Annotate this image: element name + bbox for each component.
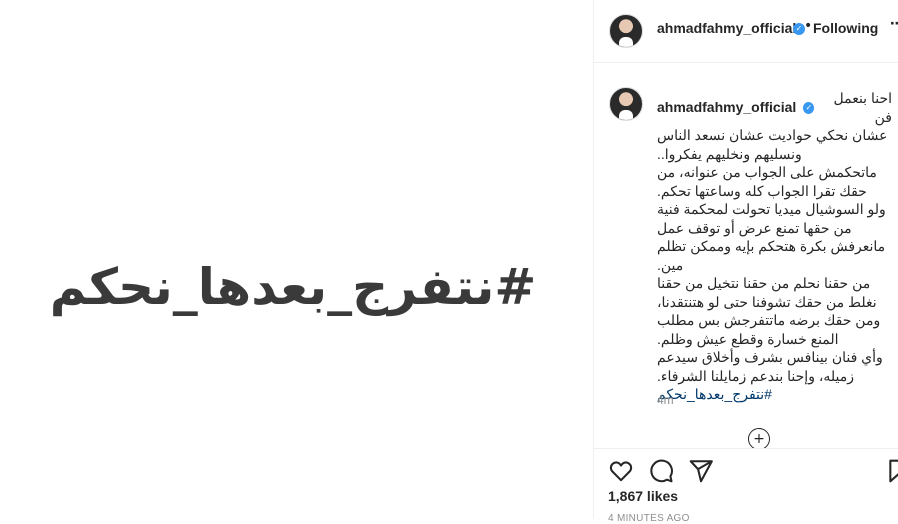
post-image[interactable]: #نتفرج_بعدها_نحكم	[0, 0, 594, 519]
load-more-comments-icon[interactable]: +	[748, 428, 770, 448]
post-caption: ahmadfahmy_official ✓ احنا بنعمل فن عشان…	[657, 89, 892, 404]
post-image-hashtag-text: #نتفرج_بعدها_نحكم	[49, 258, 537, 316]
caption-line: من حقنا نحلم من حقنا نتخيل من حقنا	[657, 275, 871, 291]
caption-line: ماتحكمش على الجواب من عنوانه، من	[657, 164, 877, 180]
caption-line: حقك تقرا الجواب كله وساعتها تحكم.	[657, 182, 867, 199]
avatar[interactable]	[609, 14, 643, 48]
share-direct-icon[interactable]	[688, 458, 714, 484]
caption-avatar[interactable]	[609, 87, 643, 121]
caption-line: ولو السوشيال ميديا تحولت لمحكمة فنية	[657, 201, 886, 217]
comments-section[interactable]: ahmadfahmy_official ✓ احنا بنعمل فن عشان…	[594, 63, 898, 448]
caption-line: مانعرفش بكرة هتحكم بإيه وممكن تظلم	[657, 238, 886, 254]
more-options-icon[interactable]: ⋯	[890, 16, 898, 32]
caption-line: مين.	[657, 256, 684, 273]
caption-line: من حقها تمنع عرض أو توقف عمل	[657, 219, 852, 236]
post-sidebar: ahmadfahmy_official ✓ • Following ⋯ ahma…	[594, 0, 898, 524]
likes-count[interactable]: 1,867 likes	[608, 488, 678, 504]
caption-hashtag-link[interactable]: #نتفرج_بعدها_نحكم	[657, 385, 892, 404]
action-bar: 1,867 likes 4 MINUTES AGO	[594, 448, 898, 524]
post-header: ahmadfahmy_official ✓ • Following ⋯	[594, 0, 898, 63]
caption-line: زميله، وإحنا بندعم زمايلنا الشرفاء.	[657, 367, 854, 384]
header-username[interactable]: ahmadfahmy_official	[657, 20, 796, 36]
caption-first-line: احنا بنعمل فن	[833, 90, 893, 125]
caption-line: وأي فنان بينافس بشرف وأخلاق سيدعم	[657, 349, 883, 365]
save-bookmark-icon[interactable]	[886, 458, 898, 484]
caption-timestamp[interactable]: 4m	[657, 393, 674, 407]
caption-username[interactable]: ahmadfahmy_official	[657, 98, 796, 117]
following-button[interactable]: Following	[813, 20, 878, 36]
header-separator: •	[804, 18, 813, 34]
verified-badge-icon: ✓	[803, 101, 815, 114]
caption-line: نغلط من حقك تشوفنا حتى لو هتنتقدنا،	[657, 293, 877, 310]
caption-line: ومن حقك برضه ماتتفرجش بس مطلب	[657, 312, 881, 328]
caption-line: عشان نحكي حواديت عشان نسعد الناس	[657, 127, 888, 143]
comment-icon[interactable]	[648, 458, 674, 484]
caption-line: المنع خسارة وقطع عيش وظلم.	[657, 330, 839, 347]
caption-line: ونسليهم ونخليهم يفكروا..	[657, 145, 802, 162]
like-heart-icon[interactable]	[608, 458, 634, 484]
